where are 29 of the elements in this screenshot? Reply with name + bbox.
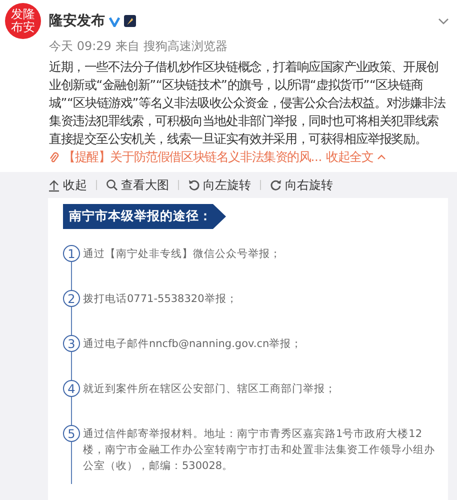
rotate-right-icon (270, 178, 282, 192)
badge-icon (124, 15, 136, 28)
search-icon (106, 178, 118, 192)
source-link[interactable]: 搜狗高速浏览器 (143, 37, 228, 55)
toolbar-button[interactable]: 向左旋转 (188, 176, 251, 194)
source-label: 来自 (115, 38, 140, 55)
step-number: 1 (63, 245, 80, 262)
post-text: 近期，一些不法分子借机炒作区块链概念，打着响应国家产业政策、开展创业创新或“金融创新”“区块链技术”的旗号，以所谓“虚拟货币”“区块链商城”“区块链游戏”等名义非法吸收公众资金，侵害公众合法权益。对涉嫌非法集资违法犯罪线索，可积极向当地处非部门举报，同时也可将相关犯罪线索直接提交至公安机关，线索一旦证实有效并采用，可获得相应举报奖励。 (49, 58, 446, 148)
step-number: 5 (63, 425, 80, 442)
toolbar-button[interactable]: 收起 (48, 176, 87, 194)
chevron-icon[interactable] (438, 18, 449, 25)
post-time: 今天 09:29 (49, 38, 112, 55)
chevron-up-icon[interactable] (377, 154, 386, 160)
toolbar-button[interactable]: 向右旋转 (270, 176, 333, 194)
step-text: 拨打电话0771-5538320举报； (83, 292, 238, 307)
author-name[interactable]: 隆安发布 (49, 11, 105, 32)
step-number: 3 (63, 335, 80, 352)
toolbar-button[interactable]: 查看大图 (106, 176, 169, 194)
step-text: 通过电子邮件nncfb@nanning.gov.cn举报； (83, 337, 304, 352)
paperclip-icon (49, 152, 59, 162)
avatar-logo[interactable]: 发隆 布安 (5, 3, 41, 39)
upload-icon (48, 178, 60, 192)
step-number: 2 (63, 290, 80, 307)
step-number: 4 (63, 380, 80, 397)
rotate-left-icon (188, 178, 200, 192)
step-text: 通过信件邮寄举报材料。地址：南宁市青秀区嘉宾路1号市政府大楼12楼，南宁市金融工作办公室转南宁市打击和处置非法集资工作领导小组办公室（收），邮编：530028。 (83, 427, 436, 474)
step-text: 通过【南宁处非专线】微信公众号举报； (83, 247, 282, 262)
banner-title: 南宁市本级举报的途径： (63, 204, 226, 229)
step-text: 就近到案件所在辖区公安部门、辖区工商部门举报； (83, 382, 337, 397)
